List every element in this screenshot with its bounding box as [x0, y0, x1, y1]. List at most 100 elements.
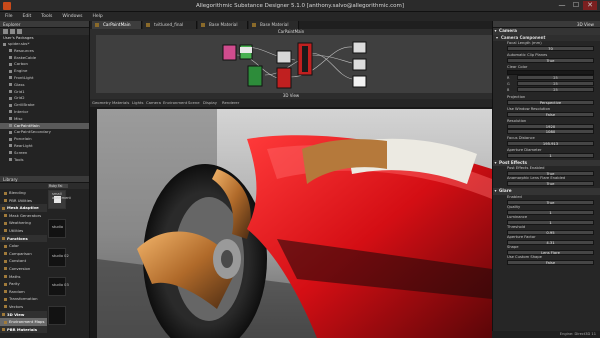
- output-node-3[interactable]: [352, 75, 367, 88]
- graph-canvas[interactable]: [90, 35, 492, 93]
- explorer-item[interactable]: RearLight: [0, 143, 89, 150]
- environment-thumbnail[interactable]: [48, 306, 66, 325]
- close-button[interactable]: ✕: [583, 1, 597, 10]
- aperture-diameter-slider[interactable]: 1: [507, 152, 594, 158]
- section-camera[interactable]: Camera: [493, 28, 600, 35]
- explorer-item[interactable]: Resources: [0, 48, 89, 55]
- custom-shape-dropdown[interactable]: False: [507, 259, 594, 265]
- explorer-item[interactable]: FrontLight: [0, 75, 89, 82]
- color-b-field[interactable]: 25: [517, 87, 594, 93]
- node-red-1[interactable]: [276, 67, 292, 89]
- library-category[interactable]: Comparison: [0, 250, 47, 258]
- menu-camera[interactable]: Camera: [146, 100, 161, 105]
- maximize-button[interactable]: ☐: [569, 1, 583, 10]
- graph-icon: [9, 76, 12, 80]
- library-section[interactable]: Mesh Adaptive: [0, 204, 47, 212]
- menu-display[interactable]: Display: [203, 100, 217, 105]
- library-category[interactable]: PBR Utilities: [0, 197, 47, 205]
- explorer-item[interactable]: Grid1: [0, 89, 89, 96]
- tab-carpaintmain[interactable]: CarPaintMain: [92, 21, 142, 29]
- open-package-icon[interactable]: [10, 29, 15, 34]
- menu-windows[interactable]: Windows: [57, 12, 87, 19]
- menu-geometry[interactable]: Geometry: [92, 100, 111, 105]
- library-category[interactable]: Utilities: [0, 227, 47, 235]
- node-dark-green[interactable]: [247, 65, 263, 87]
- library-search-field[interactable]: Ruby Fai: [48, 184, 68, 188]
- explorer-item[interactable]: GrrillBrake: [0, 102, 89, 109]
- menu-environment[interactable]: Environment: [163, 100, 187, 105]
- library-category[interactable]: Blending: [0, 189, 47, 197]
- category-icon: [4, 282, 7, 286]
- glare-luminance-slider[interactable]: 1: [507, 219, 594, 225]
- explorer-item[interactable]: Interior: [0, 109, 89, 116]
- color-g-field[interactable]: 25: [517, 81, 594, 87]
- library-category[interactable]: Mask Generators: [0, 212, 47, 220]
- category-icon: [4, 244, 7, 248]
- menu-materials[interactable]: Materials: [112, 100, 129, 105]
- library-category[interactable]: Color: [0, 242, 47, 250]
- explorer-item[interactable]: Carbon: [0, 61, 89, 68]
- color-r-field[interactable]: 25: [517, 75, 594, 81]
- library-category[interactable]: Constant: [0, 257, 47, 265]
- save-package-icon[interactable]: [17, 29, 22, 34]
- graph-icon: [95, 23, 99, 27]
- tab-tvitlused-final[interactable]: tvitlused_final: [143, 21, 197, 29]
- library-category[interactable]: Transformation: [0, 295, 47, 303]
- library-category[interactable]: Conversion: [0, 265, 47, 273]
- node-white-1[interactable]: [276, 50, 292, 64]
- resolution-height-field[interactable]: 1080: [507, 128, 594, 134]
- library-section[interactable]: 3D View: [0, 310, 47, 319]
- 3d-view-toolbar: Geometry Materials Lights Camera Environ…: [90, 99, 492, 107]
- minimize-button[interactable]: —: [555, 1, 569, 10]
- explorer-item[interactable]: Grid2: [0, 95, 89, 102]
- explorer-header: Explorer: [0, 21, 89, 28]
- graph-icon: [9, 137, 12, 141]
- menu-file[interactable]: File: [0, 12, 18, 19]
- explorer-item[interactable]: CarPaintMain: [0, 122, 89, 130]
- explorer-item[interactable]: Screen: [0, 150, 89, 157]
- menu-tools[interactable]: Tools: [36, 12, 57, 19]
- explorer-item[interactable]: Engine: [0, 68, 89, 75]
- 3d-viewport[interactable]: [97, 109, 492, 338]
- explorer-item[interactable]: Porcelain: [0, 136, 89, 143]
- explorer-item[interactable]: CarPaintSecondary: [0, 129, 89, 136]
- output-node-2[interactable]: [352, 58, 367, 71]
- new-package-icon[interactable]: [3, 29, 8, 34]
- library-section[interactable]: PBR Materials: [0, 325, 47, 334]
- library-category[interactable]: Environment Maps: [0, 318, 47, 326]
- glare-aperture-slider[interactable]: 4.31: [507, 239, 594, 245]
- menu-scene[interactable]: Scene: [188, 100, 200, 105]
- menu-renderer[interactable]: Renderer: [222, 100, 239, 105]
- section-post-effects[interactable]: Post Effects: [493, 159, 600, 167]
- section-glare[interactable]: Glare: [493, 188, 600, 195]
- explorer-item[interactable]: Tools: [0, 157, 89, 164]
- library-category[interactable]: Random: [0, 288, 47, 296]
- library-category[interactable]: Weathering: [0, 219, 47, 227]
- library-category[interactable]: Parity: [0, 280, 47, 288]
- color-r-label: R: [507, 75, 510, 80]
- menu-help[interactable]: Help: [87, 12, 107, 19]
- library-category[interactable]: Vectors: [0, 303, 47, 311]
- focal-length-slider[interactable]: 70: [507, 45, 594, 51]
- graph-icon: [9, 158, 12, 162]
- glare-threshold-slider[interactable]: 0.95: [507, 229, 594, 235]
- menu-edit[interactable]: Edit: [18, 12, 37, 19]
- graph-view[interactable]: CarPaintMain: [90, 29, 492, 93]
- package-icon: [3, 42, 6, 46]
- focus-distance-slider[interactable]: 195.913: [507, 140, 594, 146]
- tab-base-material-1[interactable]: Base Material: [198, 21, 248, 29]
- library-section[interactable]: Functions: [0, 234, 47, 243]
- glare-quality-slider[interactable]: 1: [507, 209, 594, 215]
- tab-base-material-2[interactable]: Base Material: [249, 21, 299, 29]
- explorer-item[interactable]: spider.sbs*: [0, 41, 89, 48]
- menu-lights[interactable]: Lights: [132, 100, 143, 105]
- explorer-item[interactable]: Glass: [0, 82, 89, 89]
- library-category[interactable]: Maths: [0, 273, 47, 281]
- explorer-item[interactable]: Misc: [0, 116, 89, 123]
- color-b-row: B 25: [507, 87, 594, 93]
- output-node-1[interactable]: [352, 41, 367, 54]
- camera-component[interactable]: Camera Component: [493, 34, 600, 41]
- node-pink[interactable]: [222, 44, 237, 61]
- explorer-item[interactable]: BrakeCable: [0, 55, 89, 62]
- graph-icon: [9, 96, 12, 100]
